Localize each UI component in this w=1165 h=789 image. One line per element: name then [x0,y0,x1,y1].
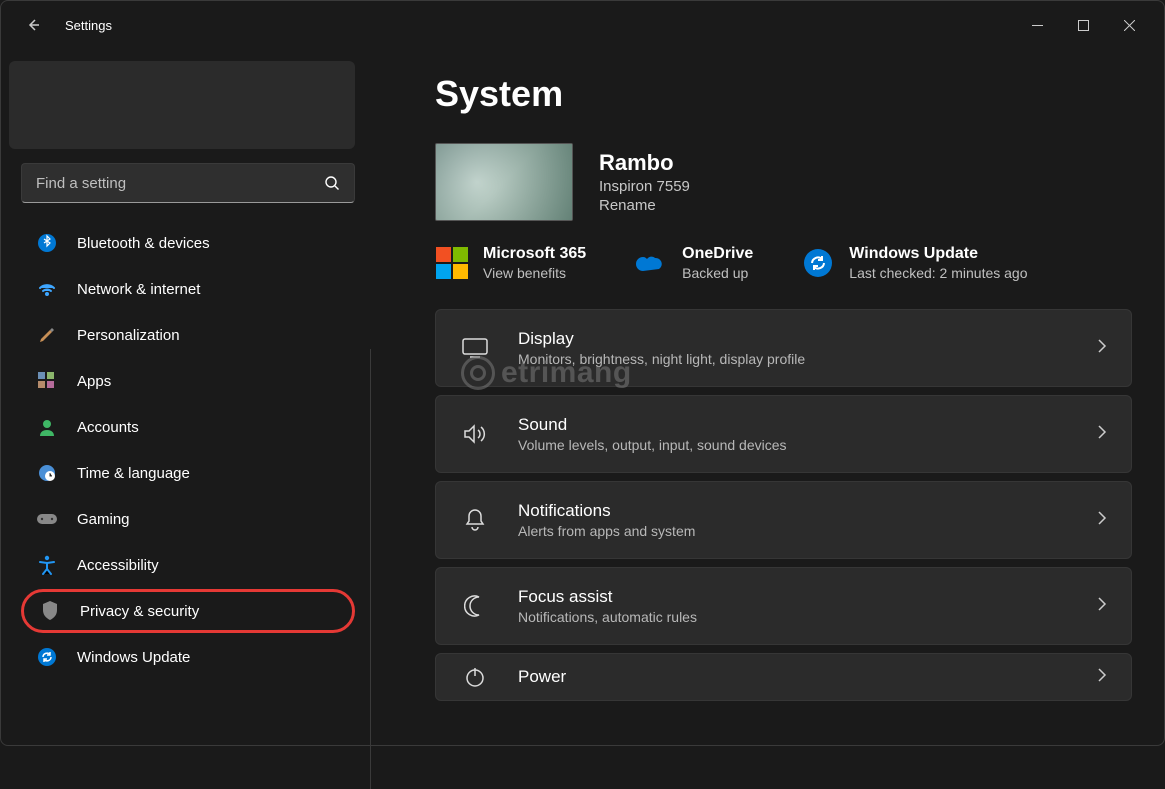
paintbrush-icon [35,323,59,347]
power-icon [460,666,490,688]
sidebar-item-label: Apps [77,373,111,390]
setting-title: Focus assist [518,587,1097,607]
bluetooth-icon [35,231,59,255]
update-icon [35,645,59,669]
page-title: System [435,73,1132,115]
sidebar-item-accessibility[interactable]: Accessibility [21,543,355,587]
nav: Bluetooth & devices Network & internet P… [9,221,363,679]
sidebar-item-bluetooth[interactable]: Bluetooth & devices [21,221,355,265]
user-card[interactable] [9,61,355,149]
chevron-right-icon [1097,338,1107,359]
setting-display[interactable]: Display Monitors, brightness, night ligh… [435,309,1132,387]
sidebar-item-update[interactable]: Windows Update [21,635,355,679]
setting-notifications[interactable]: Notifications Alerts from apps and syste… [435,481,1132,559]
chevron-right-icon [1097,667,1107,688]
chevron-right-icon [1097,424,1107,445]
sidebar-item-privacy[interactable]: Privacy & security [21,589,355,633]
gamepad-icon [35,507,59,531]
status-title: Windows Update [849,245,1027,263]
setting-desc: Alerts from apps and system [518,523,1097,539]
status-row: Microsoft 365 View benefits OneDrive Bac… [435,245,1132,281]
status-sub: Last checked: 2 minutes ago [849,265,1027,281]
moon-icon [460,595,490,617]
wifi-icon [35,277,59,301]
status-sub: View benefits [483,265,586,281]
sound-icon [460,423,490,445]
sidebar-item-accounts[interactable]: Accounts [21,405,355,449]
search-icon [324,175,340,191]
status-sub: Backed up [682,265,753,281]
setting-title: Notifications [518,501,1097,521]
arrow-left-icon [25,17,41,33]
display-icon [460,338,490,358]
settings-list: Display Monitors, brightness, night ligh… [435,309,1132,701]
bell-icon [460,508,490,532]
back-button[interactable] [13,5,53,45]
microsoft-365-icon [435,246,469,280]
sidebar: Find a setting Bluetooth & devices Netwo… [1,49,371,745]
sidebar-item-personalization[interactable]: Personalization [21,313,355,357]
setting-title: Power [518,667,1097,687]
apps-icon [35,369,59,393]
sidebar-item-label: Accounts [77,419,139,436]
setting-title: Display [518,329,1097,349]
chevron-right-icon [1097,596,1107,617]
maximize-button[interactable] [1060,9,1106,41]
sidebar-item-label: Gaming [77,511,130,528]
status-microsoft365[interactable]: Microsoft 365 View benefits [435,245,586,281]
shield-icon [38,599,62,623]
minimize-icon [1032,20,1043,31]
accessibility-icon [35,553,59,577]
setting-power[interactable]: Power [435,653,1132,701]
setting-desc: Volume levels, output, input, sound devi… [518,437,1097,453]
close-icon [1124,20,1135,31]
status-windows-update[interactable]: Windows Update Last checked: 2 minutes a… [801,245,1027,281]
sidebar-item-time[interactable]: Time & language [21,451,355,495]
sidebar-item-network[interactable]: Network & internet [21,267,355,311]
sidebar-item-label: Personalization [77,327,180,344]
status-onedrive[interactable]: OneDrive Backed up [634,245,753,281]
onedrive-icon [634,246,668,280]
sidebar-item-label: Accessibility [77,557,159,574]
sidebar-divider [370,349,371,789]
setting-sound[interactable]: Sound Volume levels, output, input, soun… [435,395,1132,473]
titlebar: Settings [1,1,1164,49]
windows-update-icon [801,246,835,280]
maximize-icon [1078,20,1089,31]
sidebar-item-label: Privacy & security [80,603,199,620]
sidebar-item-label: Bluetooth & devices [77,235,210,252]
setting-desc: Notifications, automatic rules [518,609,1097,625]
app-title: Settings [65,18,112,33]
minimize-button[interactable] [1014,9,1060,41]
window-controls [1014,9,1152,41]
device-thumbnail[interactable] [435,143,573,221]
sidebar-item-gaming[interactable]: Gaming [21,497,355,541]
chevron-right-icon [1097,510,1107,531]
close-button[interactable] [1106,9,1152,41]
setting-title: Sound [518,415,1097,435]
device-model: Inspiron 7559 [599,178,690,195]
status-title: OneDrive [682,245,753,263]
sidebar-item-apps[interactable]: Apps [21,359,355,403]
sidebar-item-label: Windows Update [77,649,190,666]
person-icon [35,415,59,439]
sidebar-item-label: Network & internet [77,281,200,298]
clock-globe-icon [35,461,59,485]
setting-desc: Monitors, brightness, night light, displ… [518,351,1097,367]
search-input[interactable]: Find a setting [21,163,355,203]
setting-focus-assist[interactable]: Focus assist Notifications, automatic ru… [435,567,1132,645]
rename-link[interactable]: Rename [599,197,690,214]
device-name: Rambo [599,150,690,176]
main-content: System Rambo Inspiron 7559 Rename Micros… [371,49,1164,745]
status-title: Microsoft 365 [483,245,586,263]
sidebar-item-label: Time & language [77,465,190,482]
search-placeholder: Find a setting [36,175,324,192]
device-row: Rambo Inspiron 7559 Rename [435,143,1132,221]
